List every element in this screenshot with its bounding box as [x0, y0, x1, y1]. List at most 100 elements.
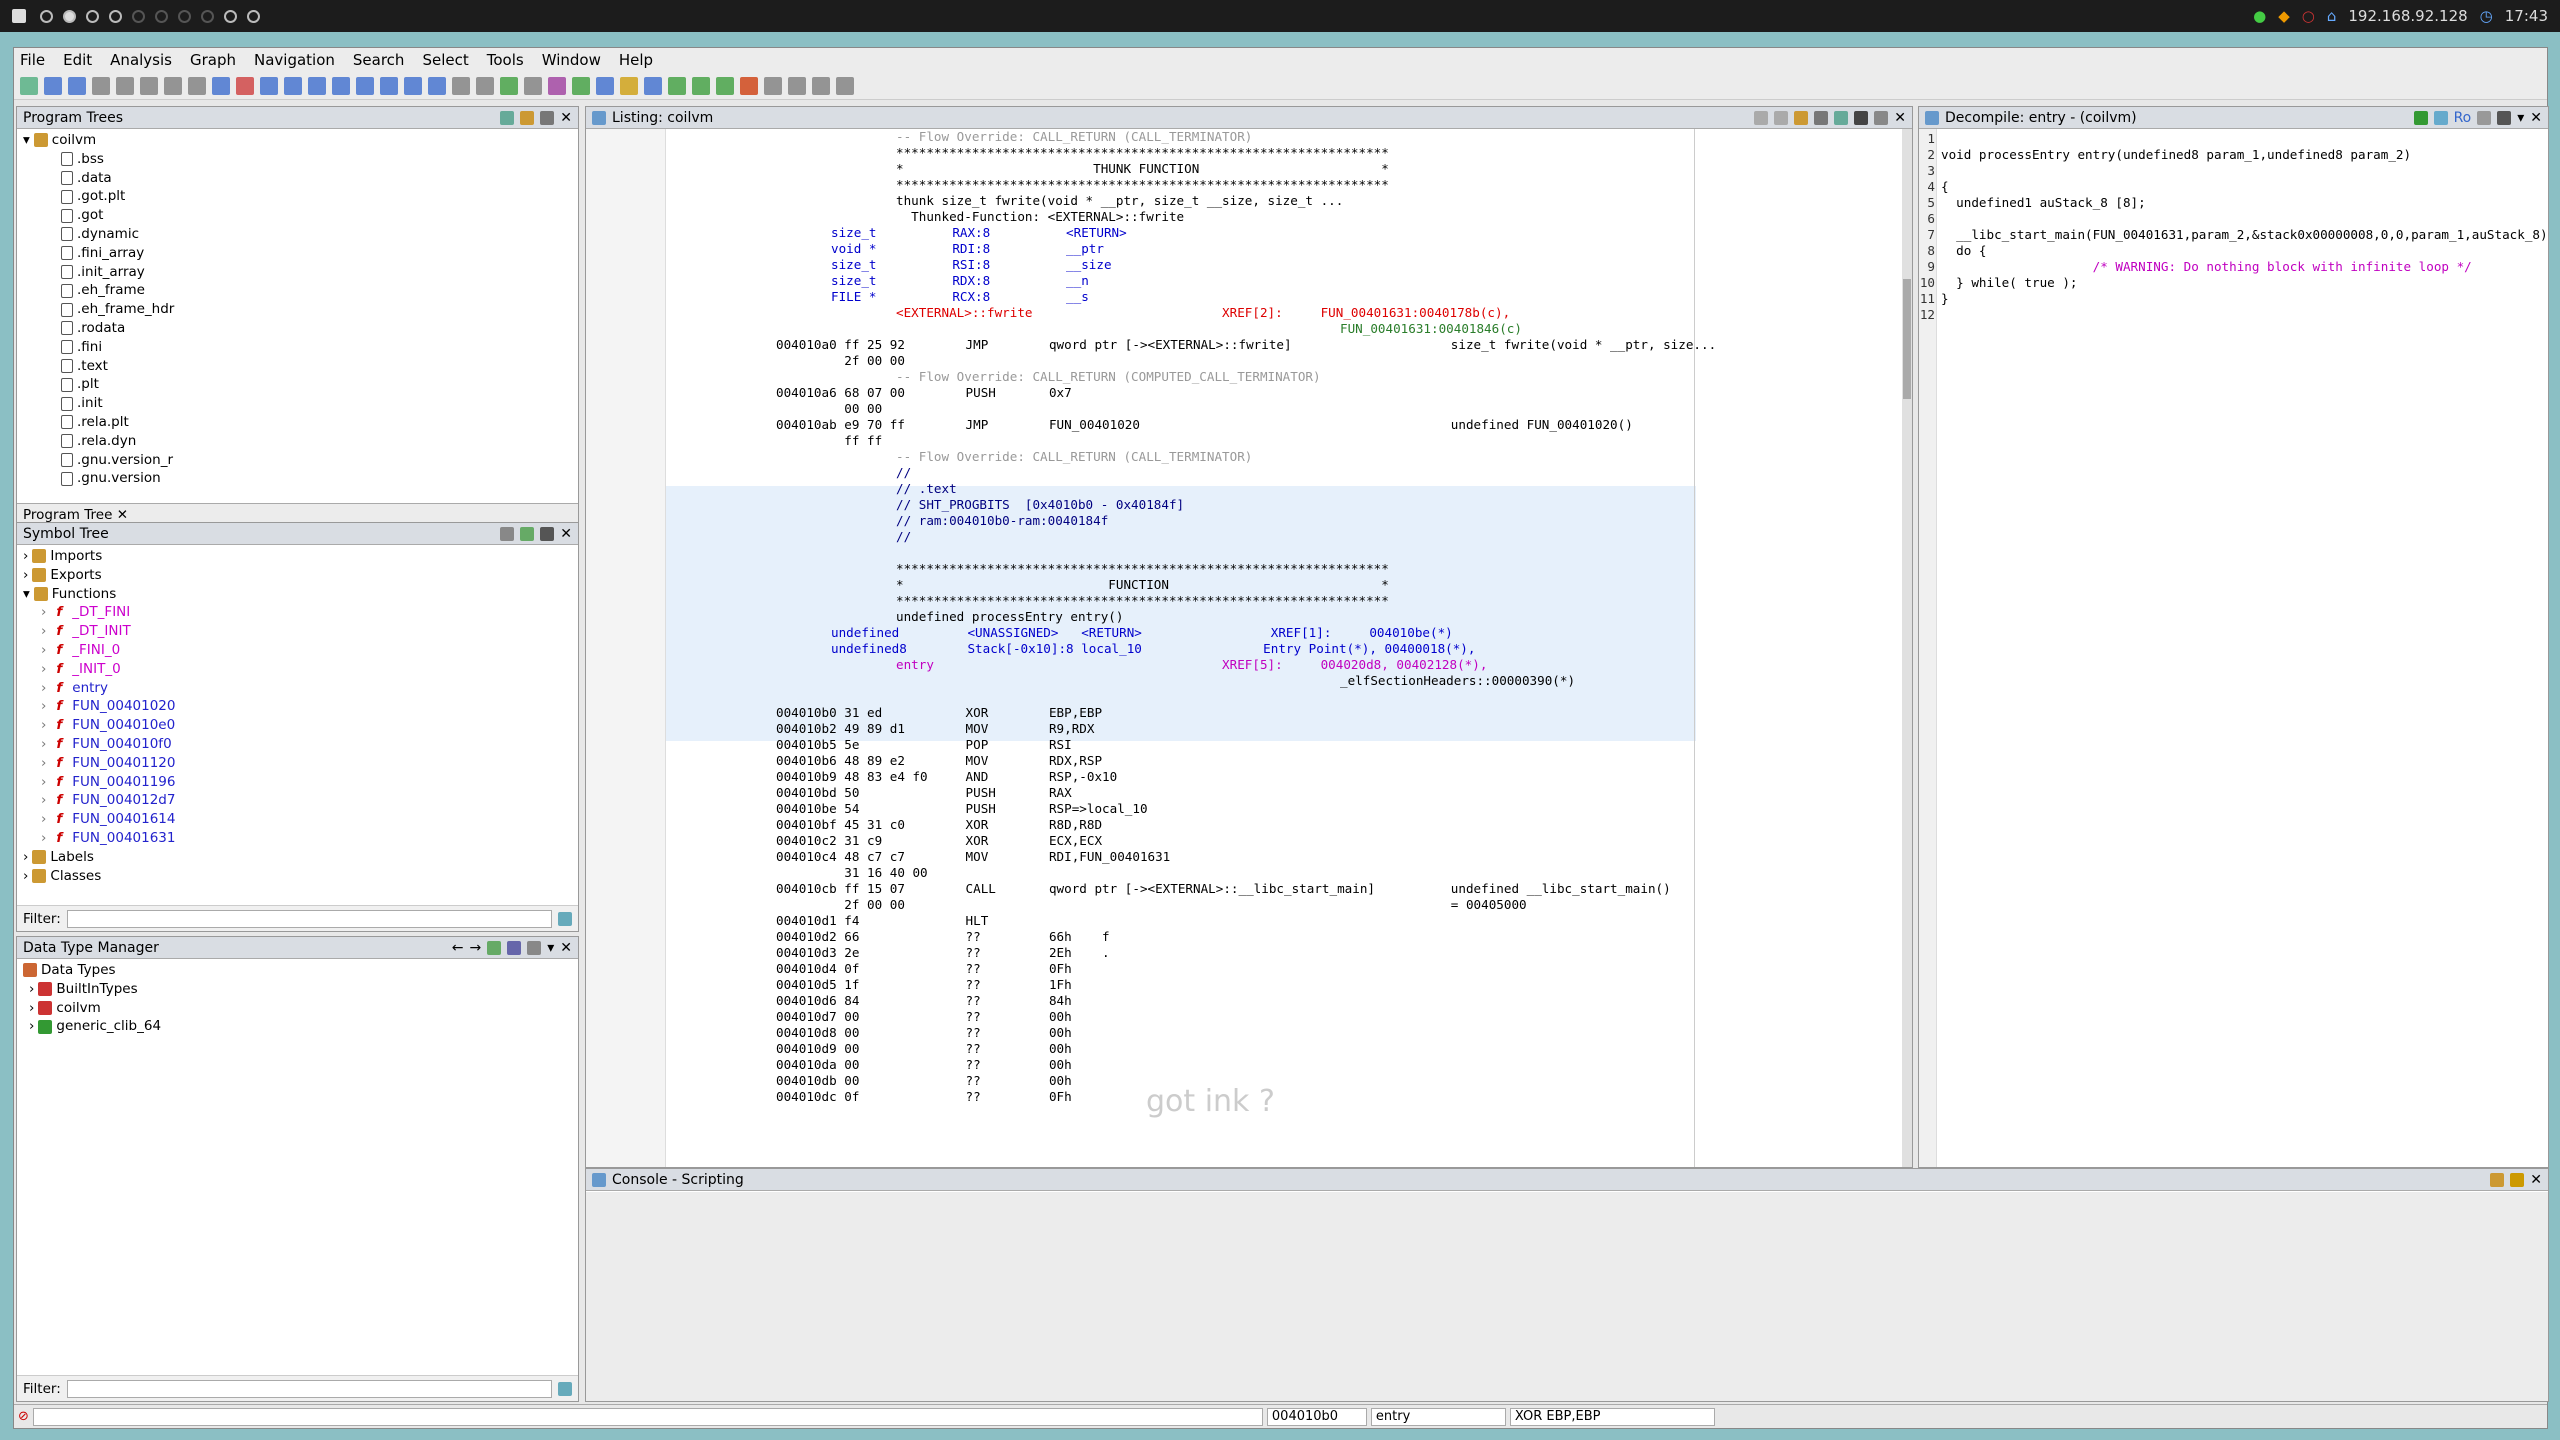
- toolbar-icon-10[interactable]: [260, 76, 278, 95]
- archive-icon[interactable]: [507, 940, 522, 955]
- symbol-tree-imports[interactable]: › Imports: [23, 547, 568, 566]
- snapshot-icon[interactable]: [2497, 110, 2512, 125]
- expand-icon[interactable]: [487, 940, 502, 955]
- menu-navigation[interactable]: Navigation: [254, 51, 335, 69]
- toolbar-icon-2[interactable]: [68, 76, 86, 95]
- snapshot-icon[interactable]: [540, 110, 555, 125]
- program-tree-item[interactable]: .eh_frame: [23, 281, 568, 300]
- toolbar-icon-33[interactable]: [812, 76, 830, 95]
- filter-options-icon[interactable]: [558, 1381, 572, 1396]
- toolbar-icon-20[interactable]: [500, 76, 518, 95]
- program-tree-item[interactable]: .fini: [23, 338, 568, 357]
- workspace-6[interactable]: [155, 9, 168, 23]
- close-icon[interactable]: ✕: [2530, 110, 2542, 126]
- program-tree-item[interactable]: .got.plt: [23, 187, 568, 206]
- menu-window[interactable]: Window: [542, 51, 601, 69]
- toolbar-icon-27[interactable]: [668, 76, 686, 95]
- console-output[interactable]: [586, 1192, 2548, 1401]
- toolbar-icon-23[interactable]: [572, 76, 590, 95]
- menu-arrow-icon[interactable]: ▾: [2517, 110, 2524, 126]
- workspace-8[interactable]: [201, 9, 214, 23]
- collapse-icon[interactable]: ›: [41, 716, 46, 735]
- menu-graph[interactable]: Graph: [190, 51, 236, 69]
- collapse-icon[interactable]: ›: [23, 547, 28, 566]
- program-tree-item[interactable]: .rela.plt: [23, 413, 568, 432]
- collapse-icon[interactable]: [527, 940, 542, 955]
- workspace-9[interactable]: [224, 9, 237, 23]
- menu-icon[interactable]: [12, 9, 26, 23]
- workspace-7[interactable]: [178, 9, 191, 23]
- menu-tools[interactable]: Tools: [487, 51, 524, 69]
- toolbar-icon-9[interactable]: [236, 76, 254, 95]
- listing-code[interactable]: -- Flow Override: CALL_RETURN (CALL_TERM…: [586, 129, 1912, 1167]
- toolbar-icon-11[interactable]: [284, 76, 302, 95]
- collapse-icon[interactable]: ›: [29, 999, 34, 1018]
- toolbar-icon-0[interactable]: [20, 76, 38, 95]
- layout-icon[interactable]: [1874, 110, 1889, 125]
- clear-icon[interactable]: [2510, 1172, 2525, 1187]
- toolbar-icon-5[interactable]: [140, 76, 158, 95]
- collapse-icon[interactable]: ›: [41, 641, 46, 660]
- toolbar-icon-14[interactable]: [356, 76, 374, 95]
- workspace-5[interactable]: [132, 9, 145, 23]
- toolbar-icon-18[interactable]: [452, 76, 470, 95]
- filter-options-icon[interactable]: [558, 911, 572, 926]
- field-edit-icon[interactable]: [1814, 110, 1829, 125]
- toolbar-icon-4[interactable]: [116, 76, 134, 95]
- symbol-tree-classes[interactable]: › Classes: [23, 867, 568, 886]
- toolbar-icon-13[interactable]: [332, 76, 350, 95]
- program-tree-item[interactable]: .plt: [23, 375, 568, 394]
- dtm-filter-input[interactable]: [66, 1379, 552, 1398]
- function-item[interactable]: › f _FINI_0: [23, 641, 568, 660]
- cursor-icon[interactable]: [1794, 110, 1809, 125]
- workspace-4[interactable]: [109, 9, 122, 23]
- snapshot-icon[interactable]: [1854, 110, 1869, 125]
- function-item[interactable]: › f FUN_004010e0: [23, 716, 568, 735]
- collapse-icon[interactable]: ›: [41, 791, 46, 810]
- function-item[interactable]: › f FUN_00401614: [23, 810, 568, 829]
- toolbar-icon-29[interactable]: [716, 76, 734, 95]
- program-tree-item[interactable]: .init: [23, 394, 568, 413]
- paste-icon[interactable]: [1774, 110, 1789, 125]
- menu-search[interactable]: Search: [353, 51, 405, 69]
- collapse-icon[interactable]: ›: [41, 829, 46, 848]
- toolbar-icon-31[interactable]: [764, 76, 782, 95]
- close-icon[interactable]: ✕: [560, 526, 572, 542]
- toolbar-icon-19[interactable]: [476, 76, 494, 95]
- expand-icon[interactable]: ▾: [23, 131, 30, 150]
- function-item[interactable]: › f FUN_004010f0: [23, 735, 568, 754]
- collapse-icon[interactable]: ›: [41, 735, 46, 754]
- function-item[interactable]: › f _INIT_0: [23, 660, 568, 679]
- symbol-filter-input[interactable]: [66, 909, 552, 928]
- collapse-icon[interactable]: ›: [29, 980, 34, 999]
- close-icon[interactable]: ✕: [560, 940, 572, 956]
- program-tree-item[interactable]: .gnu.version_r: [23, 451, 568, 470]
- workspace-2[interactable]: [63, 9, 76, 23]
- copy-icon[interactable]: [1754, 110, 1769, 125]
- toolbar-icon-32[interactable]: [788, 76, 806, 95]
- symbol-tree-functions[interactable]: ▾ Functions: [23, 585, 568, 604]
- function-item[interactable]: › f _DT_INIT: [23, 622, 568, 641]
- back-icon[interactable]: ←: [452, 940, 464, 956]
- collapse-icon[interactable]: ›: [41, 697, 46, 716]
- read-only-label[interactable]: Ro: [2454, 110, 2472, 126]
- collapse-icon[interactable]: ›: [41, 660, 46, 679]
- export-icon[interactable]: [2433, 110, 2448, 125]
- diff-icon[interactable]: [1834, 110, 1849, 125]
- workspace-3[interactable]: [86, 9, 99, 23]
- workspace-1[interactable]: [40, 9, 53, 23]
- collapse-icon[interactable]: ›: [29, 1017, 34, 1036]
- lock-icon[interactable]: [2490, 1172, 2505, 1187]
- menu-file[interactable]: File: [20, 51, 45, 69]
- tab-program-tree[interactable]: Program Tree ✕: [23, 507, 128, 523]
- data-types-root[interactable]: Data Types: [23, 961, 578, 980]
- toolbar-icon-17[interactable]: [428, 76, 446, 95]
- data-type-archive[interactable]: › BuiltInTypes: [23, 980, 578, 999]
- collapse-icon[interactable]: ›: [23, 848, 28, 867]
- create-namespace-icon[interactable]: [500, 526, 515, 541]
- program-tree-item[interactable]: .eh_frame_hdr: [23, 300, 568, 319]
- toolbar-icon-22[interactable]: [548, 76, 566, 95]
- toolbar-icon-28[interactable]: [692, 76, 710, 95]
- program-tree-item[interactable]: .text: [23, 357, 568, 376]
- toolbar-icon-12[interactable]: [308, 76, 326, 95]
